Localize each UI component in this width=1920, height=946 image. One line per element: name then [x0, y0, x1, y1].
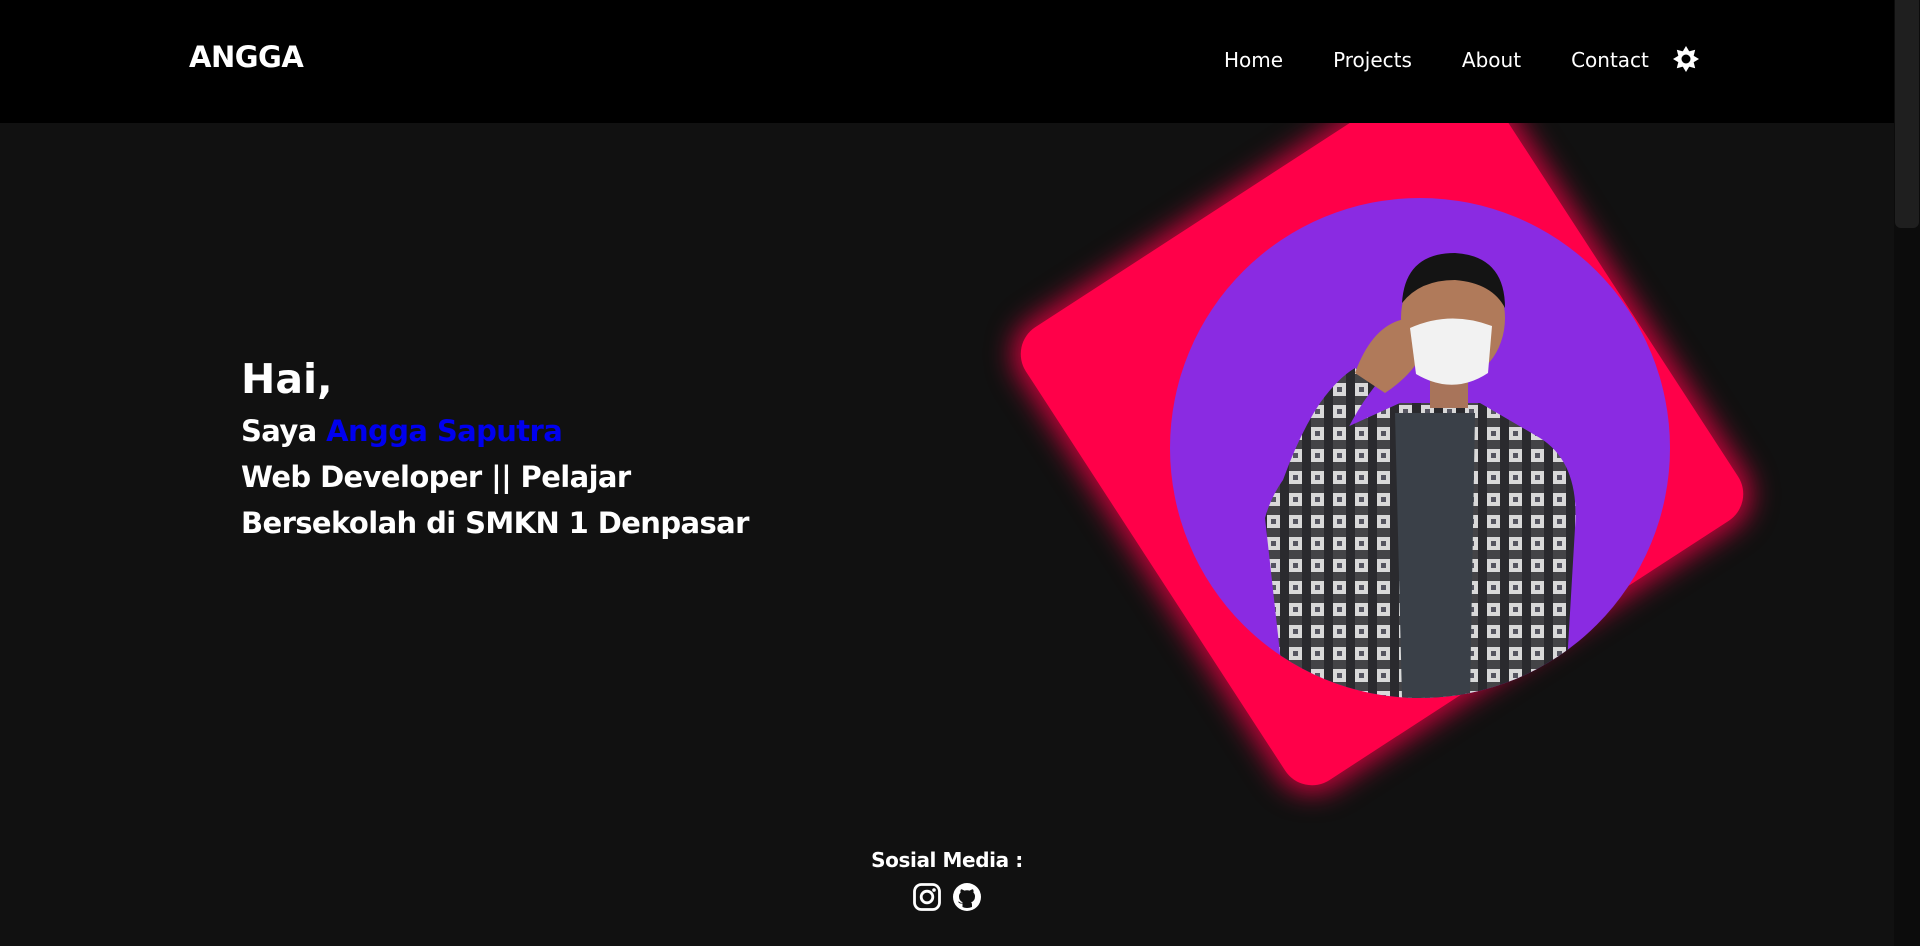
- brand-logo[interactable]: ANGGA: [189, 40, 304, 74]
- school-line: Bersekolah di SMKN 1 Denpasar: [241, 506, 749, 540]
- role-line: Web Developer || Pelajar: [241, 460, 631, 494]
- nav-link-contact[interactable]: Contact: [1571, 48, 1649, 72]
- greeting-heading: Hai,: [241, 355, 333, 403]
- social-media-section: Sosial Media :: [0, 848, 1894, 912]
- theme-toggle-button[interactable]: [1671, 44, 1701, 74]
- social-media-title: Sosial Media :: [871, 848, 1023, 872]
- intro-line: Saya Angga Saputra: [241, 408, 749, 454]
- page: ANGGA Home Projects About Contact Hai, S…: [0, 0, 1920, 946]
- nav-link-home[interactable]: Home: [1224, 48, 1283, 72]
- profile-photo: [1170, 198, 1670, 698]
- hero-text: Hai, Saya Angga Saputra Web Developer ||…: [241, 354, 749, 546]
- sun-icon: [1672, 46, 1699, 72]
- intro-prefix: Saya: [241, 414, 317, 448]
- person-illustration: [1265, 253, 1576, 698]
- nav-links: Home Projects About Contact: [1224, 46, 1701, 74]
- social-icons: [0, 882, 1894, 912]
- navbar: ANGGA Home Projects About Contact: [0, 0, 1894, 123]
- instagram-icon[interactable]: [912, 882, 942, 912]
- nav-link-about[interactable]: About: [1462, 48, 1521, 72]
- github-icon[interactable]: [952, 882, 982, 912]
- page-scrollbar[interactable]: [1894, 0, 1920, 946]
- nav-link-projects[interactable]: Projects: [1333, 48, 1412, 72]
- name-highlight: Angga Saputra: [326, 414, 563, 448]
- scrollbar-thumb[interactable]: [1895, 0, 1919, 228]
